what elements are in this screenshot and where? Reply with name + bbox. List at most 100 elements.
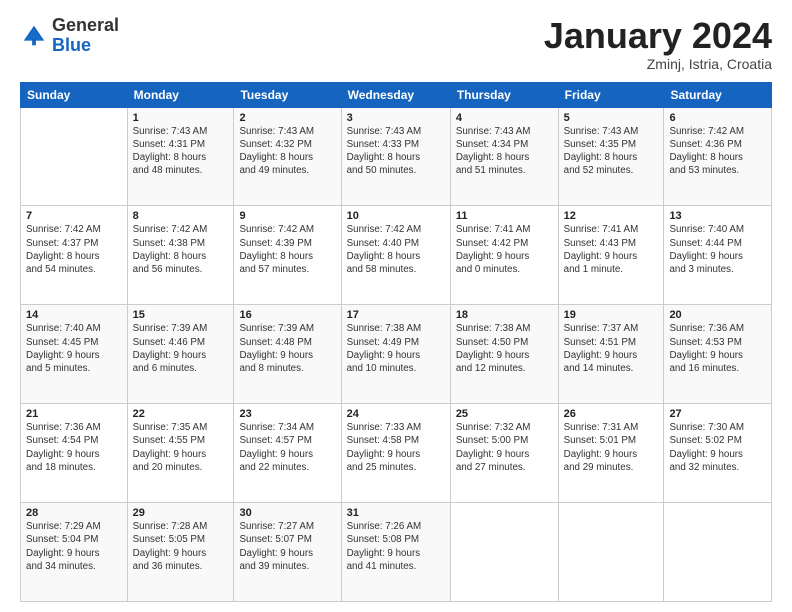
weekday-thursday: Thursday	[450, 82, 558, 107]
header: General Blue January 2024 Zminj, Istria,…	[20, 16, 772, 72]
day-info: Sunrise: 7:26 AM Sunset: 5:08 PM Dayligh…	[347, 520, 445, 573]
day-number: 10	[347, 210, 445, 222]
day-number: 9	[239, 210, 335, 222]
day-info: Sunrise: 7:42 AM Sunset: 4:36 PM Dayligh…	[669, 125, 766, 178]
page: General Blue January 2024 Zminj, Istria,…	[0, 0, 792, 612]
day-number: 21	[26, 408, 122, 420]
day-number: 6	[669, 112, 766, 124]
day-info: Sunrise: 7:41 AM Sunset: 4:42 PM Dayligh…	[456, 223, 553, 276]
calendar-cell: 1Sunrise: 7:43 AM Sunset: 4:31 PM Daylig…	[127, 107, 234, 206]
calendar-cell	[558, 503, 664, 602]
day-info: Sunrise: 7:40 AM Sunset: 4:44 PM Dayligh…	[669, 223, 766, 276]
day-info: Sunrise: 7:36 AM Sunset: 4:53 PM Dayligh…	[669, 322, 766, 375]
day-number: 7	[26, 210, 122, 222]
calendar-cell: 11Sunrise: 7:41 AM Sunset: 4:42 PM Dayli…	[450, 206, 558, 305]
calendar-cell: 18Sunrise: 7:38 AM Sunset: 4:50 PM Dayli…	[450, 305, 558, 404]
calendar-cell: 16Sunrise: 7:39 AM Sunset: 4:48 PM Dayli…	[234, 305, 341, 404]
day-number: 13	[669, 210, 766, 222]
day-info: Sunrise: 7:43 AM Sunset: 4:32 PM Dayligh…	[239, 125, 335, 178]
day-number: 3	[347, 112, 445, 124]
day-info: Sunrise: 7:36 AM Sunset: 4:54 PM Dayligh…	[26, 421, 122, 474]
week-row-4: 28Sunrise: 7:29 AM Sunset: 5:04 PM Dayli…	[21, 503, 772, 602]
calendar-cell: 14Sunrise: 7:40 AM Sunset: 4:45 PM Dayli…	[21, 305, 128, 404]
day-info: Sunrise: 7:28 AM Sunset: 5:05 PM Dayligh…	[133, 520, 229, 573]
day-number: 15	[133, 309, 229, 321]
day-info: Sunrise: 7:32 AM Sunset: 5:00 PM Dayligh…	[456, 421, 553, 474]
calendar-cell: 7Sunrise: 7:42 AM Sunset: 4:37 PM Daylig…	[21, 206, 128, 305]
calendar-cell: 25Sunrise: 7:32 AM Sunset: 5:00 PM Dayli…	[450, 404, 558, 503]
day-info: Sunrise: 7:38 AM Sunset: 4:49 PM Dayligh…	[347, 322, 445, 375]
week-row-0: 1Sunrise: 7:43 AM Sunset: 4:31 PM Daylig…	[21, 107, 772, 206]
weekday-sunday: Sunday	[21, 82, 128, 107]
day-info: Sunrise: 7:31 AM Sunset: 5:01 PM Dayligh…	[564, 421, 659, 474]
day-number: 26	[564, 408, 659, 420]
calendar-cell: 30Sunrise: 7:27 AM Sunset: 5:07 PM Dayli…	[234, 503, 341, 602]
day-info: Sunrise: 7:39 AM Sunset: 4:46 PM Dayligh…	[133, 322, 229, 375]
day-number: 2	[239, 112, 335, 124]
day-info: Sunrise: 7:43 AM Sunset: 4:31 PM Dayligh…	[133, 125, 229, 178]
logo-blue: Blue	[52, 35, 91, 55]
calendar-cell: 10Sunrise: 7:42 AM Sunset: 4:40 PM Dayli…	[341, 206, 450, 305]
day-info: Sunrise: 7:43 AM Sunset: 4:34 PM Dayligh…	[456, 125, 553, 178]
subtitle: Zminj, Istria, Croatia	[544, 56, 772, 72]
calendar-cell: 6Sunrise: 7:42 AM Sunset: 4:36 PM Daylig…	[664, 107, 772, 206]
calendar-cell: 22Sunrise: 7:35 AM Sunset: 4:55 PM Dayli…	[127, 404, 234, 503]
month-title: January 2024	[544, 16, 772, 56]
calendar-cell: 9Sunrise: 7:42 AM Sunset: 4:39 PM Daylig…	[234, 206, 341, 305]
calendar-cell	[21, 107, 128, 206]
day-info: Sunrise: 7:30 AM Sunset: 5:02 PM Dayligh…	[669, 421, 766, 474]
logo: General Blue	[20, 16, 119, 56]
day-info: Sunrise: 7:40 AM Sunset: 4:45 PM Dayligh…	[26, 322, 122, 375]
calendar-cell: 26Sunrise: 7:31 AM Sunset: 5:01 PM Dayli…	[558, 404, 664, 503]
weekday-tuesday: Tuesday	[234, 82, 341, 107]
day-number: 18	[456, 309, 553, 321]
day-number: 17	[347, 309, 445, 321]
day-info: Sunrise: 7:29 AM Sunset: 5:04 PM Dayligh…	[26, 520, 122, 573]
calendar-cell: 19Sunrise: 7:37 AM Sunset: 4:51 PM Dayli…	[558, 305, 664, 404]
calendar-cell: 12Sunrise: 7:41 AM Sunset: 4:43 PM Dayli…	[558, 206, 664, 305]
day-number: 23	[239, 408, 335, 420]
weekday-header-row: SundayMondayTuesdayWednesdayThursdayFrid…	[21, 82, 772, 107]
calendar-cell: 2Sunrise: 7:43 AM Sunset: 4:32 PM Daylig…	[234, 107, 341, 206]
week-row-3: 21Sunrise: 7:36 AM Sunset: 4:54 PM Dayli…	[21, 404, 772, 503]
calendar-cell: 5Sunrise: 7:43 AM Sunset: 4:35 PM Daylig…	[558, 107, 664, 206]
day-number: 25	[456, 408, 553, 420]
day-info: Sunrise: 7:42 AM Sunset: 4:37 PM Dayligh…	[26, 223, 122, 276]
week-row-2: 14Sunrise: 7:40 AM Sunset: 4:45 PM Dayli…	[21, 305, 772, 404]
week-row-1: 7Sunrise: 7:42 AM Sunset: 4:37 PM Daylig…	[21, 206, 772, 305]
day-info: Sunrise: 7:39 AM Sunset: 4:48 PM Dayligh…	[239, 322, 335, 375]
day-info: Sunrise: 7:35 AM Sunset: 4:55 PM Dayligh…	[133, 421, 229, 474]
day-info: Sunrise: 7:42 AM Sunset: 4:38 PM Dayligh…	[133, 223, 229, 276]
calendar-cell: 4Sunrise: 7:43 AM Sunset: 4:34 PM Daylig…	[450, 107, 558, 206]
weekday-wednesday: Wednesday	[341, 82, 450, 107]
calendar-cell: 27Sunrise: 7:30 AM Sunset: 5:02 PM Dayli…	[664, 404, 772, 503]
logo-text: General Blue	[52, 16, 119, 56]
day-number: 5	[564, 112, 659, 124]
calendar-cell: 13Sunrise: 7:40 AM Sunset: 4:44 PM Dayli…	[664, 206, 772, 305]
calendar-cell: 8Sunrise: 7:42 AM Sunset: 4:38 PM Daylig…	[127, 206, 234, 305]
day-info: Sunrise: 7:34 AM Sunset: 4:57 PM Dayligh…	[239, 421, 335, 474]
calendar-cell: 15Sunrise: 7:39 AM Sunset: 4:46 PM Dayli…	[127, 305, 234, 404]
weekday-saturday: Saturday	[664, 82, 772, 107]
calendar-cell: 20Sunrise: 7:36 AM Sunset: 4:53 PM Dayli…	[664, 305, 772, 404]
day-number: 8	[133, 210, 229, 222]
day-number: 30	[239, 507, 335, 519]
day-number: 27	[669, 408, 766, 420]
calendar-cell: 17Sunrise: 7:38 AM Sunset: 4:49 PM Dayli…	[341, 305, 450, 404]
day-number: 16	[239, 309, 335, 321]
day-number: 24	[347, 408, 445, 420]
day-number: 12	[564, 210, 659, 222]
title-block: January 2024 Zminj, Istria, Croatia	[544, 16, 772, 72]
day-number: 22	[133, 408, 229, 420]
day-info: Sunrise: 7:37 AM Sunset: 4:51 PM Dayligh…	[564, 322, 659, 375]
day-number: 11	[456, 210, 553, 222]
day-number: 14	[26, 309, 122, 321]
day-number: 28	[26, 507, 122, 519]
day-info: Sunrise: 7:43 AM Sunset: 4:33 PM Dayligh…	[347, 125, 445, 178]
logo-general: General	[52, 15, 119, 35]
day-info: Sunrise: 7:27 AM Sunset: 5:07 PM Dayligh…	[239, 520, 335, 573]
day-number: 19	[564, 309, 659, 321]
day-info: Sunrise: 7:41 AM Sunset: 4:43 PM Dayligh…	[564, 223, 659, 276]
day-info: Sunrise: 7:42 AM Sunset: 4:39 PM Dayligh…	[239, 223, 335, 276]
day-number: 1	[133, 112, 229, 124]
